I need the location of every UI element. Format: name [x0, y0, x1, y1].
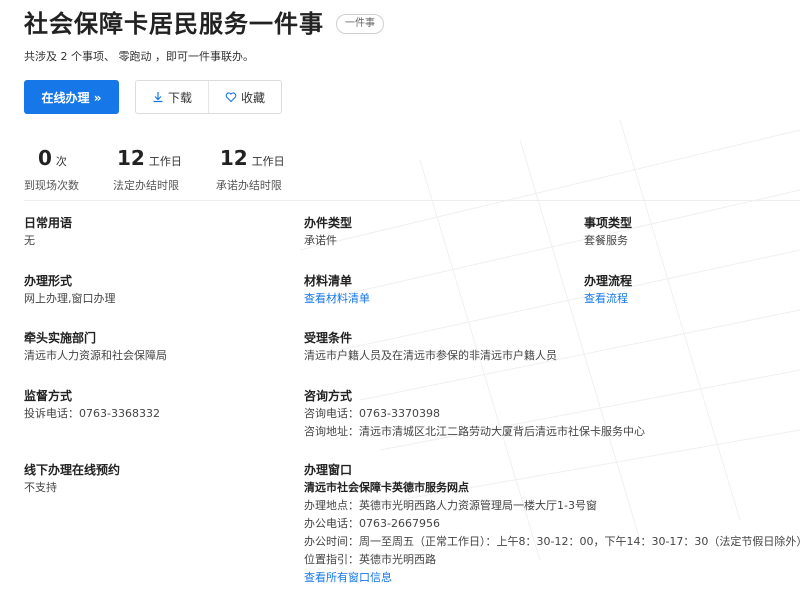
field-value: 清远市户籍人员及在清远市参保的非清远市户籍人员 — [304, 349, 557, 362]
page-title: 社会保障卡居民服务一件事 — [24, 10, 324, 38]
section-divider — [24, 200, 800, 201]
stat-unit: 次 — [55, 155, 67, 168]
download-button[interactable]: 下载 — [136, 81, 208, 113]
field-label: 牵头实施部门 — [24, 331, 97, 345]
stat-value: 12 — [117, 146, 145, 170]
stats-row: 0 次 到现场次数 12 工作日 法定办结时限 12 工作日 承诺办结时限 — [24, 146, 319, 193]
consult-phone: 咨询电话：0763-3370398 — [304, 407, 440, 420]
field-label: 办理流程 — [584, 274, 633, 288]
field-value: 网上办理,窗口办理 — [24, 292, 116, 305]
favorite-label: 收藏 — [240, 90, 265, 105]
stat-unit: 工作日 — [148, 155, 182, 168]
stat-label: 法定办结时限 — [113, 179, 179, 192]
favorite-button[interactable]: 收藏 — [208, 81, 281, 113]
field-lead-dept: 牵头实施部门 清远市人力资源和社会保障局 — [24, 330, 167, 365]
stat-label: 承诺办结时限 — [215, 179, 282, 192]
field-window: 办理窗口 清远市社会保障卡英德市服务网点 办理地点：英德市光明西路人力资源管理局… — [304, 462, 800, 587]
field-value: 无 — [24, 234, 35, 247]
stat-visits: 0 次 到现场次数 — [24, 146, 79, 193]
title-row: 社会保障卡居民服务一件事 一件事 — [24, 9, 384, 39]
view-process-link[interactable]: 查看流程 — [584, 290, 632, 308]
field-value: 不支持 — [24, 481, 57, 494]
window-address: 办理地点：英德市光明西路人力资源管理局一楼大厅1-3号窗 — [304, 499, 597, 512]
window-name: 清远市社会保障卡英德市服务网点 — [304, 481, 469, 494]
field-materials: 材料清单 查看材料清单 — [304, 273, 370, 308]
field-daily-terms: 日常用语 无 — [24, 215, 72, 250]
view-all-windows-link[interactable]: 查看所有窗口信息 — [304, 569, 800, 587]
stat-label: 到现场次数 — [24, 179, 79, 192]
field-value: 投诉电话：0763-3368332 — [24, 407, 160, 420]
field-label: 咨询方式 — [304, 389, 353, 403]
action-bar: 在线办理 » 下载 收藏 — [24, 80, 282, 114]
online-handle-button[interactable]: 在线办理 » — [24, 80, 119, 114]
field-label: 监督方式 — [24, 389, 73, 403]
field-label: 受理条件 — [304, 331, 353, 345]
stat-legal-limit: 12 工作日 法定办结时限 — [113, 146, 182, 193]
window-location: 位置指引：英德市光明西路 — [304, 553, 436, 566]
field-label: 办理窗口 — [304, 463, 353, 477]
secondary-actions: 下载 收藏 — [135, 80, 282, 114]
heart-icon — [225, 92, 237, 103]
field-supervision: 监督方式 投诉电话：0763-3368332 — [24, 388, 160, 423]
field-item-type: 事项类型 套餐服务 — [584, 215, 632, 250]
field-label: 线下办理在线预约 — [24, 463, 121, 477]
consult-address: 咨询地址：清远市清城区北江二路劳动大厦背后清远市社保卡服务中心 — [304, 425, 645, 438]
field-label: 材料清单 — [304, 274, 353, 288]
field-consult: 咨询方式 咨询电话：0763-3370398 咨询地址：清远市清城区北江二路劳动… — [304, 388, 645, 441]
field-process: 办理流程 查看流程 — [584, 273, 632, 308]
field-value: 套餐服务 — [584, 234, 628, 247]
category-badge: 一件事 — [336, 14, 384, 34]
download-label: 下载 — [167, 90, 192, 105]
field-conditions: 受理条件 清远市户籍人员及在清远市参保的非清远市户籍人员 — [304, 330, 557, 365]
field-label: 办件类型 — [304, 216, 353, 230]
stat-value: 12 — [219, 146, 248, 170]
window-phone: 办公电话：0763-2667956 — [304, 517, 440, 530]
field-handling-form: 办理形式 网上办理,窗口办理 — [24, 273, 116, 308]
page-subtitle: 共涉及 2 个事项、 零跑动 ，即可一件事联办。 — [24, 50, 254, 63]
field-label: 日常用语 — [24, 216, 73, 230]
field-offline-booking: 线下办理在线预约 不支持 — [24, 462, 120, 497]
stat-promised-limit: 12 工作日 承诺办结时限 — [216, 146, 285, 193]
download-icon — [153, 92, 163, 103]
window-hours: 办公时间：周一至周五（正常工作日）：上午8：30-12：00，下午14：30-1… — [304, 535, 800, 548]
view-materials-link[interactable]: 查看材料清单 — [304, 290, 370, 308]
field-value: 承诺件 — [304, 234, 337, 247]
field-value: 清远市人力资源和社会保障局 — [24, 349, 167, 362]
stat-unit: 工作日 — [251, 155, 285, 168]
stat-value: 0 — [38, 146, 52, 170]
field-label: 办理形式 — [24, 274, 73, 288]
field-label: 事项类型 — [584, 216, 633, 230]
field-case-type: 办件类型 承诺件 — [304, 215, 352, 250]
